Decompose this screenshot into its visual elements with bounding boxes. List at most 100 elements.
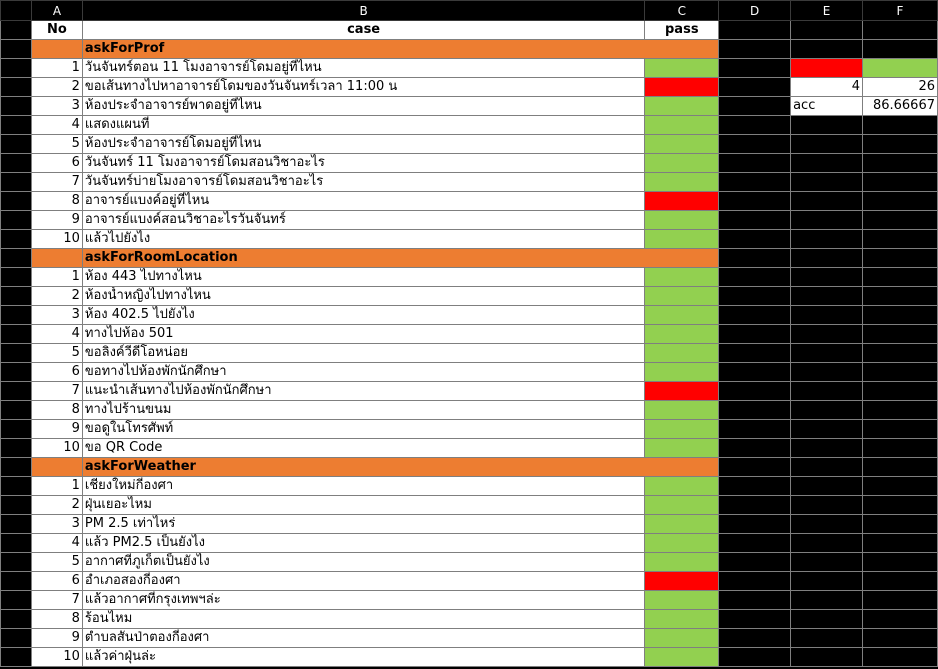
column-header-d[interactable]: D (718, 0, 792, 21)
cell-d[interactable] (718, 362, 792, 382)
cell-f[interactable] (861, 305, 938, 325)
cell-f[interactable] (861, 20, 938, 40)
cell-e[interactable] (790, 362, 863, 382)
cell-e[interactable] (790, 457, 863, 477)
cell-e[interactable] (790, 305, 863, 325)
cell-no[interactable]: 2 (30, 495, 83, 515)
column-header-e[interactable]: E (790, 0, 863, 21)
cell-a[interactable] (30, 39, 83, 59)
cell-d[interactable] (718, 77, 792, 97)
row-header[interactable]: 2 (0, 39, 32, 59)
pass-cell[interactable] (644, 267, 720, 287)
cell-no[interactable]: 3 (30, 514, 83, 534)
cell-no[interactable]: 6 (30, 362, 83, 382)
cell-case[interactable]: ขอดูในโทรศัพท์ (81, 419, 646, 439)
pass-cell[interactable] (644, 210, 720, 230)
cell-d[interactable] (718, 571, 792, 591)
header-case[interactable]: case (81, 20, 646, 40)
cell-e[interactable] (790, 419, 863, 439)
cell-case[interactable]: แล้วไปยังไง (81, 229, 646, 249)
pass-cell[interactable] (644, 400, 720, 420)
cell-e[interactable] (790, 172, 863, 192)
cell-d[interactable] (718, 58, 792, 78)
cell-case[interactable]: วันจันทร์ 11 โมงอาจารย์โดมสอนวิชาอะไร (81, 153, 646, 173)
cell-case[interactable]: วันจันทร์ตอน 11 โมงอาจารย์โดมอยู่ที่ไหน (81, 58, 646, 78)
row-header[interactable]: 33 (0, 628, 32, 648)
cell-f[interactable] (861, 172, 938, 192)
cell-f[interactable] (861, 267, 938, 287)
cell-f[interactable] (861, 647, 938, 667)
row-header[interactable]: 25 (0, 476, 32, 496)
row-header[interactable]: 22 (0, 419, 32, 439)
section-title[interactable]: askForProf (81, 39, 720, 59)
cell-f[interactable] (861, 514, 938, 534)
row-header[interactable]: 8 (0, 153, 32, 173)
acc-label[interactable]: acc (790, 96, 863, 116)
cell-d[interactable] (718, 153, 792, 173)
cell-case[interactable]: ตำบลสันป่าตองกี่องศา (81, 628, 646, 648)
cell-d[interactable] (718, 647, 792, 667)
cell-a[interactable] (30, 457, 83, 477)
row-header[interactable]: 29 (0, 552, 32, 572)
cell-e[interactable] (790, 533, 863, 553)
pass-cell[interactable] (644, 324, 720, 344)
cell-case[interactable]: ห้องประจำอาจารย์พาดอยู่ที่ไหน (81, 96, 646, 116)
row-header[interactable]: 28 (0, 533, 32, 553)
row-header[interactable]: 9 (0, 172, 32, 192)
cell-e[interactable] (790, 609, 863, 629)
cell-f[interactable] (861, 457, 938, 477)
cell-no[interactable]: 2 (30, 77, 83, 97)
pass-cell[interactable] (644, 438, 720, 458)
cell-d[interactable] (718, 134, 792, 154)
pass-cell[interactable] (644, 533, 720, 553)
cell-f[interactable] (861, 39, 938, 59)
cell-case[interactable]: ห้องน้ำหญิงไปทางไหน (81, 286, 646, 306)
pass-cell[interactable] (644, 172, 720, 192)
cell-case[interactable]: อาจารย์แบงค์อยู่ที่ไหน (81, 191, 646, 211)
cell-e[interactable] (790, 514, 863, 534)
pass-count[interactable]: 26 (861, 77, 938, 97)
row-header[interactable]: 16 (0, 305, 32, 325)
cell-case[interactable]: ขอลิงค์วีดีโอหน่อย (81, 343, 646, 363)
cell-case[interactable]: แนะนำเส้นทางไปห้องพักนักศึกษา (81, 381, 646, 401)
fail-cell[interactable] (644, 77, 720, 97)
cell-e[interactable] (790, 286, 863, 306)
cell-d[interactable] (718, 495, 792, 515)
header-pass[interactable]: pass (644, 20, 720, 40)
cell-d[interactable] (718, 533, 792, 553)
cell-d[interactable] (718, 305, 792, 325)
row-header[interactable]: 24 (0, 457, 32, 477)
cell-d[interactable] (718, 20, 792, 40)
cell-d[interactable] (718, 172, 792, 192)
pass-cell[interactable] (644, 343, 720, 363)
cell-d[interactable] (718, 419, 792, 439)
cell-f[interactable] (861, 248, 938, 268)
row-header[interactable]: 19 (0, 362, 32, 382)
acc-value[interactable]: 86.66667 (861, 96, 938, 116)
column-header-a[interactable]: A (30, 0, 83, 21)
cell-no[interactable]: 3 (30, 305, 83, 325)
cell-d[interactable] (718, 628, 792, 648)
row-header[interactable]: 3 (0, 58, 32, 78)
pass-cell[interactable] (644, 229, 720, 249)
cell-no[interactable]: 5 (30, 343, 83, 363)
cell-no[interactable]: 7 (30, 381, 83, 401)
pass-cell[interactable] (644, 628, 720, 648)
cell-case[interactable]: วันจันทร์บ่ายโมงอาจารย์โดมสอนวิชาอะไร (81, 172, 646, 192)
pass-cell[interactable] (644, 419, 720, 439)
cell-case[interactable]: แล้วค่าฝุ่นล่ะ (81, 647, 646, 667)
row-header[interactable]: 21 (0, 400, 32, 420)
cell-f[interactable] (861, 628, 938, 648)
cell-d[interactable] (718, 248, 792, 268)
pass-cell[interactable] (644, 115, 720, 135)
cell-no[interactable]: 5 (30, 552, 83, 572)
cell-no[interactable]: 3 (30, 96, 83, 116)
column-header-b[interactable]: B (81, 0, 646, 21)
column-header-c[interactable]: C (644, 0, 720, 21)
row-header[interactable]: 13 (0, 248, 32, 268)
cell-case[interactable]: ร้อนไหม (81, 609, 646, 629)
cell-e[interactable] (790, 39, 863, 59)
cell-no[interactable]: 9 (30, 210, 83, 230)
fail-cell[interactable] (644, 381, 720, 401)
cell-e[interactable] (790, 590, 863, 610)
